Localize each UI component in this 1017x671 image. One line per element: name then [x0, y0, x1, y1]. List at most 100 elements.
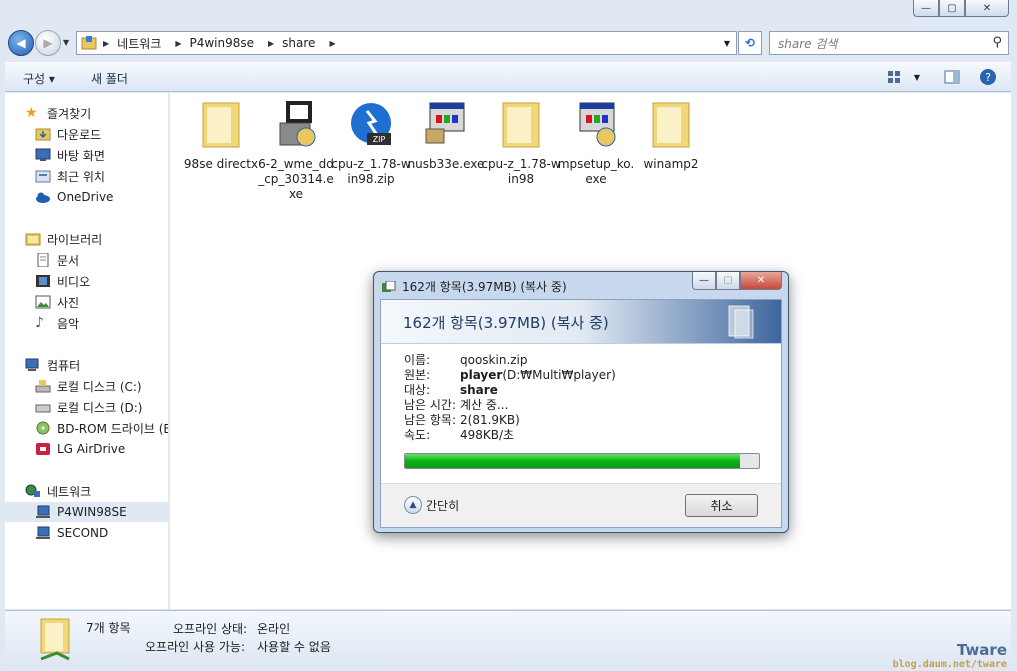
- airdrive-icon: [36, 443, 50, 455]
- file-item[interactable]: mpsetup_ko.exe: [556, 99, 636, 187]
- nav-airdrive[interactable]: LG AirDrive: [35, 439, 125, 459]
- dialog-heading: 162개 항목(3.97MB) (복사 중): [403, 314, 609, 332]
- breadcrumb-p4win98se[interactable]: P4win98se: [189, 36, 254, 50]
- view-options-icon[interactable]: [885, 68, 905, 86]
- copy-progress-dialog: 162개 항목(3.97MB) (복사 중) — ▢ ✕ 162개 항목(3.9…: [373, 271, 789, 533]
- detail-row-time-left: 남은 시간: 계산 중...: [404, 398, 509, 412]
- dialog-minimize-button[interactable]: —: [692, 272, 716, 290]
- nav-documents[interactable]: 문서: [35, 250, 79, 270]
- desktop-icon: [35, 148, 51, 161]
- dialog-maximize-button[interactable]: ▢: [716, 272, 740, 290]
- minimize-button[interactable]: —: [913, 0, 939, 17]
- nav-recent[interactable]: 최근 위치: [35, 166, 105, 186]
- close-button[interactable]: ✕: [965, 0, 1009, 17]
- star-icon: ★: [25, 105, 38, 121]
- document-icon: [37, 253, 49, 267]
- system-drive-icon: [35, 380, 51, 393]
- dialog-close-button[interactable]: ✕: [740, 272, 782, 290]
- nav-p4win98se[interactable]: P4WIN98SE: [5, 502, 168, 522]
- item-count: 7개 항목: [86, 621, 131, 635]
- preview-pane-icon[interactable]: [942, 68, 962, 86]
- organize-button[interactable]: 구성 ▾: [23, 70, 55, 87]
- dialog-footer: ▲ 간단히 취소: [381, 483, 781, 527]
- file-item[interactable]: 98se directx: [181, 99, 261, 172]
- refresh-button[interactable]: ⟲: [738, 31, 762, 55]
- network-icon: [25, 484, 40, 497]
- nav-downloads[interactable]: 다운로드: [35, 124, 101, 144]
- breadcrumb-share[interactable]: share: [282, 36, 315, 50]
- film-icon: [36, 275, 50, 287]
- search-icon[interactable]: ⚲: [992, 35, 1002, 50]
- nav-music[interactable]: ♪ 음악: [35, 313, 79, 333]
- recent-places-icon: [35, 170, 51, 183]
- nav-videos[interactable]: 비디오: [35, 271, 90, 291]
- file-item[interactable]: cpu-z_1.78-win98: [481, 99, 561, 187]
- nav-second[interactable]: SECOND: [35, 523, 108, 543]
- music-note-icon: ♪: [35, 315, 44, 331]
- folder-icon: [652, 102, 690, 148]
- offline-status-value: 온라인: [257, 622, 291, 636]
- network-computer-icon: [36, 505, 50, 518]
- navigation-pane: ★ 즐겨찾기 다운로드 바탕 화면 최근 위치 OneDrive 라이브러리 문서…: [5, 93, 169, 609]
- dialog-title: 162개 항목(3.97MB) (복사 중): [402, 280, 567, 294]
- nav-pictures[interactable]: 사진: [35, 292, 79, 312]
- copy-progress-bar: [404, 453, 760, 469]
- maximize-button[interactable]: ▢: [939, 0, 965, 17]
- address-dropdown[interactable]: ▼: [724, 39, 730, 48]
- setup-icon: [579, 102, 616, 147]
- picture-icon: [35, 295, 51, 309]
- progress-fill: [405, 454, 740, 468]
- installer-icon: [279, 101, 316, 147]
- search-input[interactable]: share 검색 ⚲: [769, 31, 1009, 55]
- dialog-titlebar: 162개 항목(3.97MB) (복사 중): [382, 278, 567, 295]
- nav-bd-rom[interactable]: BD-ROM 드라이브 (E: [35, 418, 168, 438]
- forward-button[interactable]: ▶: [35, 30, 61, 56]
- nav-computer[interactable]: 컴퓨터: [25, 355, 80, 375]
- address-bar[interactable]: ▶ 네트워크 ▶ P4win98se ▶ share ▶ ▼: [76, 31, 737, 55]
- file-item[interactable]: winamp2: [631, 99, 711, 172]
- nav-drive-c[interactable]: 로컬 디스크 (C:): [35, 376, 142, 396]
- file-item[interactable]: nusb33e.exe: [406, 99, 486, 172]
- watermark-brand: Tware: [956, 641, 1007, 659]
- shared-folder-icon: [40, 618, 70, 661]
- watermark: Tware blog.daum.net/tware: [893, 641, 1007, 670]
- breadcrumb-separator[interactable]: ▶: [103, 39, 109, 48]
- svg-text:?: ?: [985, 71, 991, 84]
- breadcrumb-separator[interactable]: ▶: [175, 39, 181, 48]
- nav-onedrive[interactable]: OneDrive: [35, 187, 113, 207]
- dialog-window-controls: — ▢ ✕: [692, 272, 782, 290]
- command-bar: 구성 ▾ 새 폴더 ▼ ?: [5, 62, 1011, 92]
- breadcrumb-separator[interactable]: ▶: [329, 39, 335, 48]
- breadcrumb-separator[interactable]: ▶: [268, 39, 274, 48]
- downloads-folder-icon: [35, 128, 51, 141]
- nav-libraries[interactable]: 라이브러리: [25, 229, 102, 249]
- recent-pages-dropdown[interactable]: ▼: [63, 38, 69, 47]
- view-dropdown-icon[interactable]: ▼: [907, 68, 927, 86]
- nav-drive-d[interactable]: 로컬 디스크 (D:): [35, 397, 142, 417]
- status-bar: 7개 항목 오프라인 상태: 온라인 오프라인 사용 가능: 사용할 수 없음: [5, 610, 1011, 668]
- detail-row-speed: 속도: 498KB/초: [404, 428, 515, 442]
- address-row: ◀ ▶ ▼ ▶ 네트워크 ▶ P4win98se ▶ share ▶ ▼ ⟲ shar…: [0, 28, 1017, 60]
- detail-row-items-left: 남은 항목: 2(81.9KB): [404, 413, 520, 427]
- offline-status-label: 오프라인 상태:: [173, 622, 248, 636]
- offline-availability-label: 오프라인 사용 가능:: [145, 640, 245, 654]
- help-icon[interactable]: ?: [978, 68, 998, 86]
- nav-favorites[interactable]: ★ 즐겨찾기: [25, 103, 91, 123]
- destination-folder-link[interactable]: share: [460, 383, 498, 398]
- nav-network[interactable]: 네트워크: [25, 481, 91, 501]
- file-item[interactable]: ZIP cpu-z_1.78-win98.zip: [331, 99, 411, 187]
- source-folder-link[interactable]: player: [460, 368, 502, 383]
- back-button[interactable]: ◀: [8, 30, 34, 56]
- zip-archive-icon: ZIP: [351, 103, 391, 145]
- new-folder-button[interactable]: 새 폴더: [91, 70, 128, 87]
- detail-row-name: 이름: qooskin.zip: [404, 353, 528, 367]
- less-details-toggle[interactable]: ▲ 간단히: [404, 496, 459, 514]
- optical-drive-icon: [36, 421, 50, 435]
- folder-icon: [202, 102, 240, 148]
- nav-desktop[interactable]: 바탕 화면: [35, 145, 105, 165]
- cloud-icon: [36, 192, 50, 203]
- svg-text:ZIP: ZIP: [373, 135, 386, 144]
- cancel-button[interactable]: 취소: [685, 494, 758, 517]
- breadcrumb-network[interactable]: 네트워크: [117, 35, 161, 52]
- file-item[interactable]: 6-2_wme_dd_cp_30314.exe: [256, 99, 336, 202]
